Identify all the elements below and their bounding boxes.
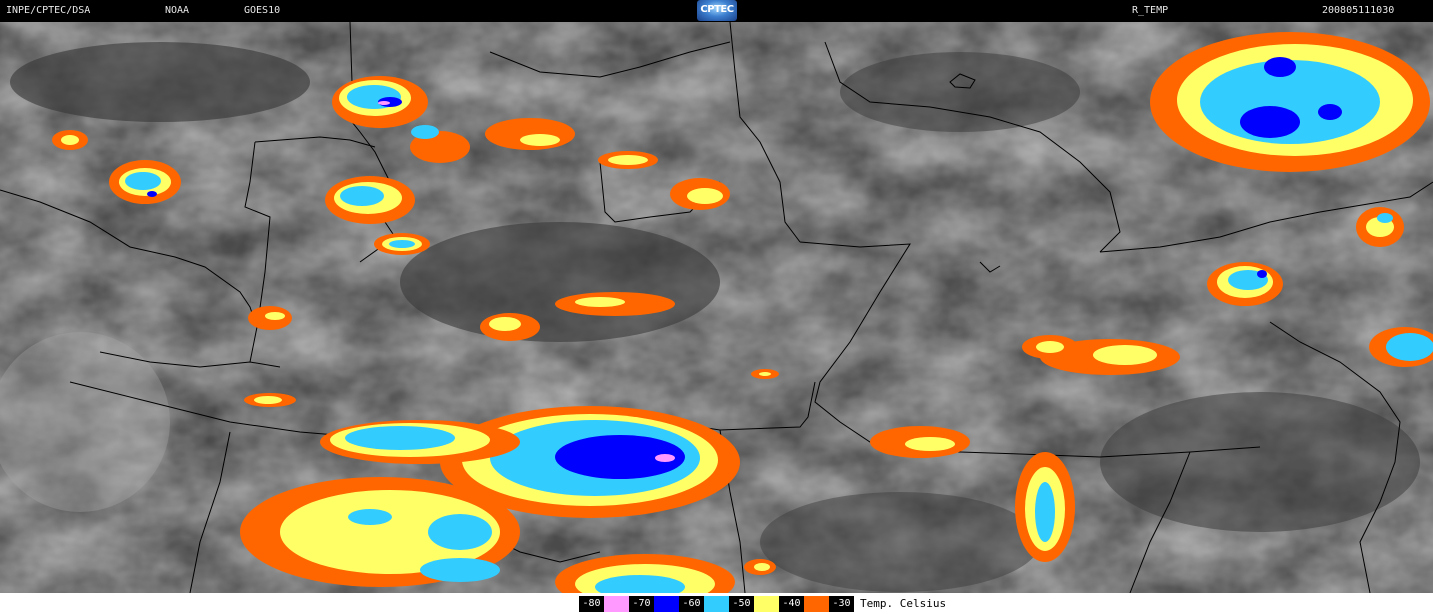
storm-cluster (1022, 335, 1078, 359)
product-label: R_TEMP (1132, 5, 1169, 16)
legend-swatches: -80 -70 -60 -50 -40 -30 (579, 596, 854, 612)
legend-color-minus-40 (804, 596, 829, 612)
storm-cluster (240, 477, 520, 587)
storm-cluster (670, 178, 730, 210)
legend-value-minus-50: -50 (729, 596, 754, 612)
cptec-logo: CPTEC (697, 0, 737, 21)
storm-cluster (480, 313, 540, 341)
legend-unit-label: Temp. Celsius (860, 597, 947, 610)
storm-cluster (1356, 207, 1404, 247)
legend-value-minus-70: -70 (629, 596, 654, 612)
storm-cluster (555, 292, 675, 316)
legend-value-minus-80: -80 (579, 596, 604, 612)
legend-color-minus-60 (704, 596, 729, 612)
storm-cluster (751, 369, 779, 379)
storm-cluster (485, 118, 575, 150)
temperature-legend: -80 -70 -60 -50 -40 -30 Temp. Celsius (0, 593, 1433, 614)
legend-value-minus-60: -60 (679, 596, 704, 612)
storm-cluster (52, 130, 88, 150)
storm-cluster (109, 160, 181, 204)
header-bar: INPE/CPTEC/DSA NOAA GOES10 CPTEC R_TEMP … (0, 0, 1433, 22)
satellite-image (0, 22, 1433, 593)
storm-cluster (1150, 32, 1430, 172)
storm-cluster (374, 233, 430, 255)
legend-value-minus-40: -40 (779, 596, 804, 612)
storm-cluster (244, 393, 296, 407)
storm-cluster (320, 420, 520, 464)
storm-cluster (325, 176, 415, 224)
storm-cluster (332, 76, 428, 128)
agency-label: NOAA (165, 5, 190, 16)
timestamp-label: 200805111030 (1322, 5, 1395, 16)
legend-color-minus-80 (604, 596, 629, 612)
storm-cluster (1015, 452, 1075, 562)
storm-cluster (744, 559, 776, 575)
storm-cluster (1207, 262, 1283, 306)
legend-color-minus-70 (654, 596, 679, 612)
storm-cluster (598, 151, 658, 169)
storm-cluster (248, 306, 292, 330)
source-label: INPE/CPTEC/DSA (6, 5, 91, 16)
legend-color-minus-50 (754, 596, 779, 612)
satellite-label: GOES10 (244, 5, 281, 16)
legend-value-minus-30: -30 (829, 596, 854, 612)
storm-cluster (870, 426, 970, 458)
